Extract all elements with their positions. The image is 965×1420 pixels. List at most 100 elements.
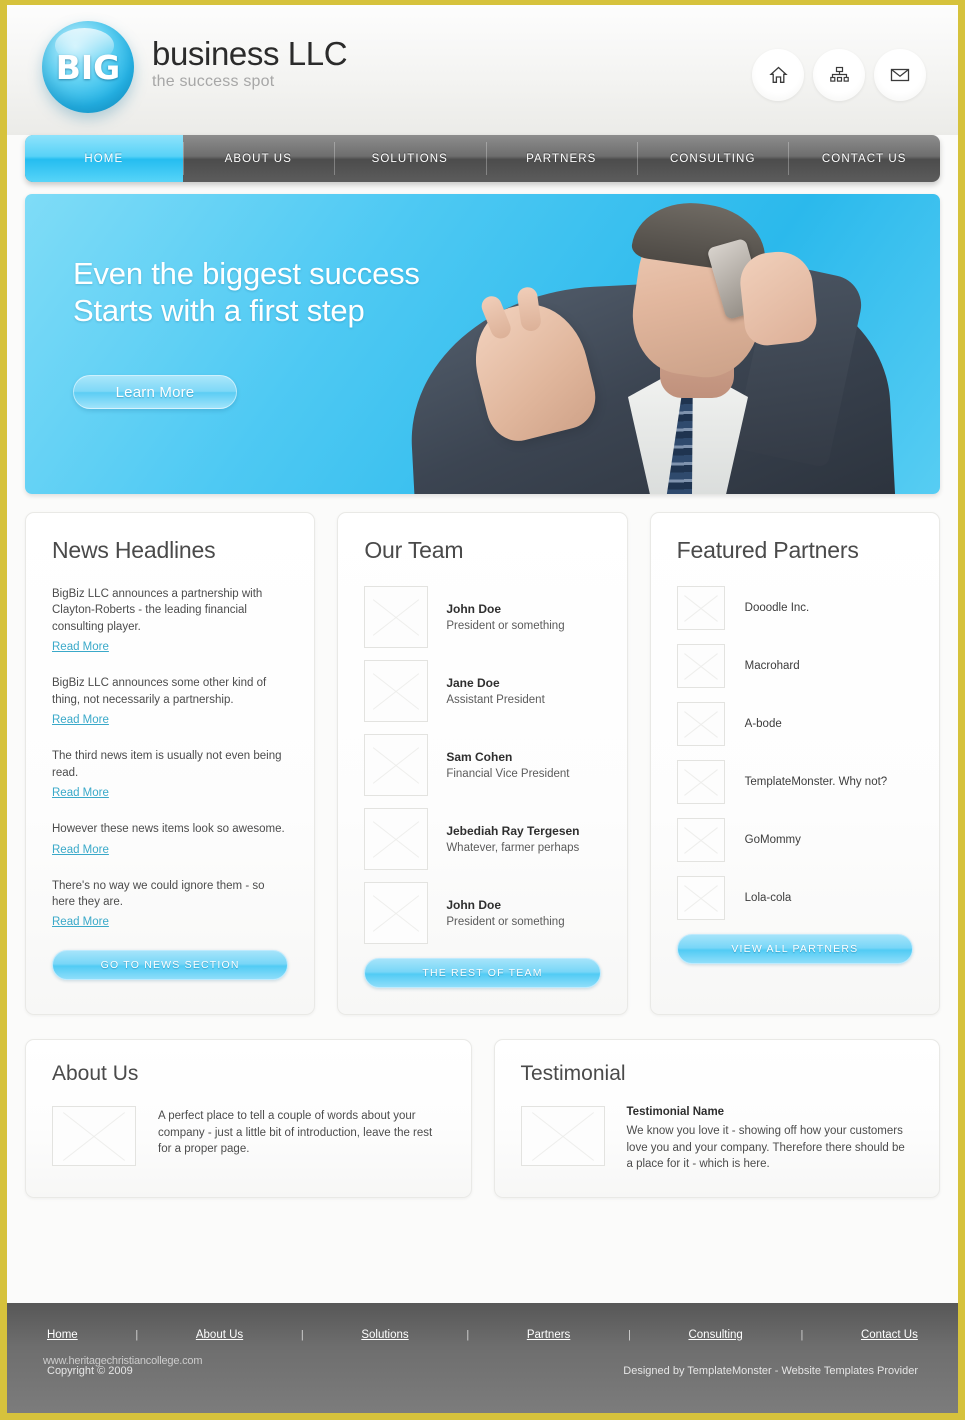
testimonial-placeholder-image — [520, 1106, 605, 1166]
partner-row: A-bode — [676, 702, 913, 746]
about-body-text: A perfect place to tell a couple of word… — [158, 1110, 433, 1156]
footer-separator: | — [135, 1329, 139, 1341]
news-item: The third news item is usually not even … — [52, 748, 288, 801]
team-member-role: Assistant President — [446, 694, 545, 706]
home-icon[interactable] — [752, 49, 804, 101]
news-read-more-link[interactable]: Read More — [52, 844, 109, 856]
mail-icon[interactable] — [874, 49, 926, 101]
header-icon-group — [752, 49, 926, 101]
team-member-role: Financial Vice President — [446, 768, 570, 780]
footer-separator: | — [800, 1329, 804, 1341]
news-item-text: BigBiz LLC announces some other kind of … — [52, 677, 267, 706]
page-root: BIG business LLC the success spot HOME A… — [7, 5, 958, 1413]
team-member-name: Jane Doe — [446, 676, 500, 690]
team-member-name: John Doe — [446, 898, 501, 912]
news-heading: News Headlines — [52, 537, 216, 563]
our-team-panel: Our Team John Doe President or something… — [337, 512, 628, 1015]
footer-link-contact-us[interactable]: Contact Us — [861, 1329, 918, 1341]
hero-banner: Even the biggest success Starts with a f… — [25, 194, 940, 494]
lower-sections: About Us A perfect place to tell a coupl… — [25, 1039, 940, 1199]
team-avatar-placeholder-image — [364, 660, 429, 722]
team-member-row: Sam Cohen Financial Vice President — [364, 734, 600, 796]
team-member-row: Jebediah Ray Tergesen Whatever, farmer p… — [364, 808, 600, 870]
partner-logo-placeholder-image — [676, 818, 725, 862]
hero-businessman-photo — [360, 194, 940, 494]
footer-links: Home | About Us | Solutions | Partners |… — [7, 1303, 958, 1341]
footer-link-partners[interactable]: Partners — [527, 1329, 570, 1341]
learn-more-button[interactable]: Learn More — [73, 375, 237, 410]
partner-name: TemplateMonster. Why not? — [744, 776, 888, 788]
partner-row: Macrohard — [676, 644, 913, 688]
footer-link-home[interactable]: Home — [47, 1329, 78, 1341]
testimonial-body-text: We know you love it - showing off how yo… — [626, 1125, 905, 1171]
partner-logo-placeholder-image — [676, 586, 725, 630]
team-heading: Our Team — [364, 537, 464, 563]
sitemap-icon[interactable] — [813, 49, 865, 101]
nav-item-consulting[interactable]: CONSULTING — [637, 135, 788, 182]
partner-row: GoMommy — [676, 818, 913, 862]
news-item: BigBiz LLC announces some other kind of … — [52, 675, 288, 728]
hero-headline-line2: Starts with a first step — [73, 292, 365, 328]
team-member-role: Whatever, farmer perhaps — [446, 842, 580, 854]
team-avatar-placeholder-image — [364, 734, 429, 796]
team-member-role: President or something — [446, 916, 565, 928]
content-columns: News Headlines BigBiz LLC announces a pa… — [25, 512, 940, 1015]
site-logo[interactable]: BIG business LLC the success spot — [42, 21, 348, 113]
team-member-name: John Doe — [446, 602, 501, 616]
view-all-partners-button[interactable]: VIEW ALL PARTNERS — [676, 934, 913, 964]
nav-item-solutions[interactable]: SOLUTIONS — [334, 135, 485, 182]
partner-name: Lola-cola — [744, 892, 792, 904]
partner-logo-placeholder-image — [676, 644, 725, 688]
news-item-text: However these news items look so awesome… — [52, 823, 285, 836]
partner-row: Dooodle Inc. — [676, 586, 913, 630]
main-navigation: HOME ABOUT US SOLUTIONS PARTNERS CONSULT… — [25, 135, 940, 182]
team-member-name: Sam Cohen — [446, 750, 513, 764]
footer-credit: Designed by TemplateMonster - Website Te… — [623, 1365, 918, 1377]
footer-link-about-us[interactable]: About Us — [196, 1329, 243, 1341]
news-read-more-link[interactable]: Read More — [52, 916, 109, 928]
hero-headline-line1: Even the biggest success — [73, 256, 420, 291]
partner-name: Dooodle Inc. — [744, 602, 810, 614]
nav-item-partners[interactable]: PARTNERS — [485, 135, 637, 182]
the-rest-of-team-button[interactable]: THE REST OF TEAM — [364, 958, 601, 988]
news-read-more-link[interactable]: Read More — [52, 641, 109, 653]
nav-item-contact-us[interactable]: CONTACT US — [788, 135, 939, 182]
brand-tagline: the success spot — [152, 72, 275, 90]
news-item: There's no way we could ignore them - so… — [52, 878, 288, 931]
featured-partners-panel: Featured Partners Dooodle Inc. Macrohard… — [649, 512, 940, 1015]
logo-text-block: business LLC the success spot — [152, 37, 348, 97]
news-item-text: BigBiz LLC announces a partnership with … — [52, 588, 263, 633]
team-member-name: Jebediah Ray Tergesen — [446, 824, 580, 838]
go-to-news-section-button[interactable]: GO TO NEWS SECTION — [52, 950, 289, 981]
footer-link-consulting[interactable]: Consulting — [688, 1329, 742, 1341]
site-header: BIG business LLC the success spot — [7, 5, 958, 135]
news-item: However these news items look so awesome… — [52, 821, 288, 857]
hero-text-block: Even the biggest success Starts with a f… — [73, 256, 420, 410]
partner-name: Macrohard — [744, 660, 800, 672]
team-avatar-placeholder-image — [364, 808, 429, 870]
news-item-text: There's no way we could ignore them - so… — [52, 879, 265, 908]
about-content-row: A perfect place to tell a couple of word… — [52, 1106, 445, 1166]
news-item-text: The third news item is usually not even … — [52, 750, 282, 779]
footer-bottom-row: www.heritagechristiancollege.com Copyrig… — [7, 1355, 958, 1377]
news-read-more-link[interactable]: Read More — [52, 787, 109, 799]
logo-orb-text: BIG — [55, 47, 121, 87]
about-heading: About Us — [52, 1062, 139, 1085]
partner-logo-placeholder-image — [676, 760, 725, 804]
news-item: BigBiz LLC announces a partnership with … — [52, 586, 288, 655]
nav-item-home[interactable]: HOME — [25, 135, 183, 182]
team-member-row: John Doe President or something — [364, 882, 600, 944]
nav-item-about-us[interactable]: ABOUT US — [182, 135, 334, 182]
about-placeholder-image — [52, 1106, 136, 1166]
testimonial-panel: Testimonial Testimonial Name We know you… — [493, 1039, 940, 1199]
footer-link-solutions[interactable]: Solutions — [361, 1329, 408, 1341]
testimonial-heading: Testimonial — [520, 1062, 626, 1085]
about-us-panel: About Us A perfect place to tell a coupl… — [25, 1039, 472, 1199]
partner-row: Lola-cola — [676, 876, 913, 920]
partner-name: A-bode — [744, 718, 782, 730]
news-read-more-link[interactable]: Read More — [52, 714, 109, 726]
team-member-row: John Doe President or something — [364, 586, 600, 648]
team-member-row: Jane Doe Assistant President — [364, 660, 600, 722]
testimonial-author-name: Testimonial Name — [626, 1106, 725, 1118]
site-footer: Home | About Us | Solutions | Partners |… — [7, 1303, 958, 1413]
